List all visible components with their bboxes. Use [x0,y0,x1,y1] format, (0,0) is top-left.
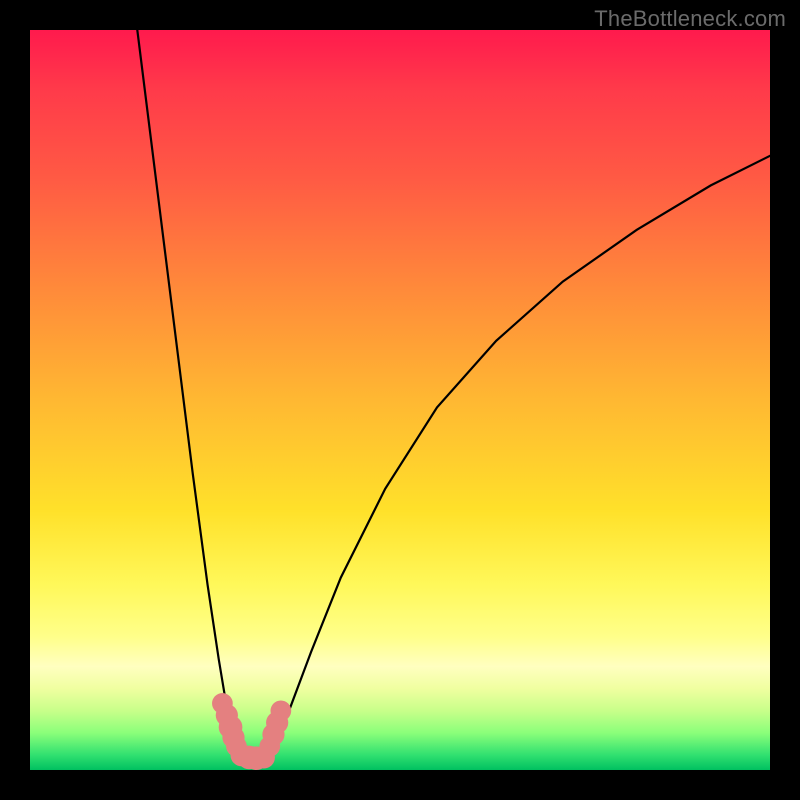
marker-group [212,693,291,770]
curve-right-branch [267,156,770,757]
chart-frame: TheBottleneck.com [0,0,800,800]
curve-left-branch [137,30,243,757]
chart-svg [30,30,770,770]
watermark-text: TheBottleneck.com [594,6,786,32]
chart-plot-area [30,30,770,770]
marker-bead [271,700,292,721]
